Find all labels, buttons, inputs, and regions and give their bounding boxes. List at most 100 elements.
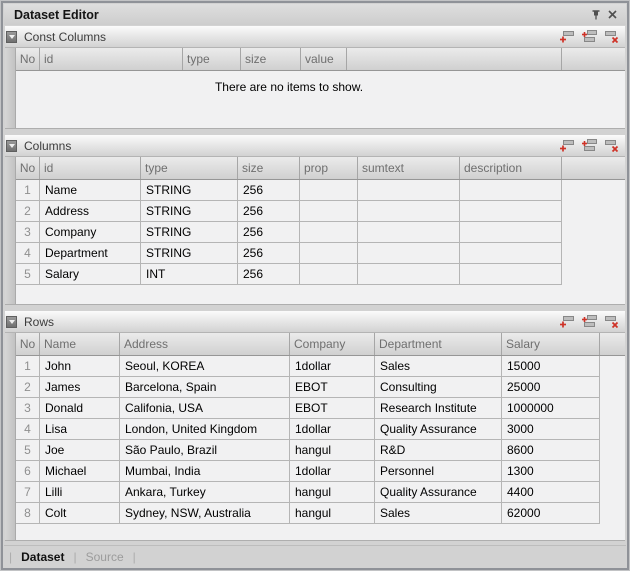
grid-cell[interactable]: 256 [238, 222, 300, 243]
grid-cell[interactable]: Personnel [375, 461, 502, 482]
grid-cell[interactable]: Joe [40, 440, 120, 461]
grid-cell[interactable]: São Paulo, Brazil [120, 440, 290, 461]
grid-cell[interactable] [300, 180, 358, 201]
insert-row-button[interactable] [581, 29, 598, 44]
grid-cell[interactable]: Colt [40, 503, 120, 524]
table-row[interactable]: 6MichaelMumbai, India1dollarPersonnel130… [16, 461, 625, 482]
grid-cell[interactable]: 1dollar [290, 419, 375, 440]
column-header-salary[interactable]: Salary [502, 333, 600, 355]
tab-dataset[interactable]: Dataset [19, 550, 66, 564]
table-row[interactable]: 8ColtSydney, NSW, AustraliahangulSales62… [16, 503, 625, 524]
add-row-button[interactable] [559, 29, 576, 44]
grid-cell[interactable]: London, United Kingdom [120, 419, 290, 440]
grid-cell[interactable]: hangul [290, 503, 375, 524]
grid-cell[interactable] [300, 201, 358, 222]
delete-row-button[interactable] [603, 138, 620, 153]
grid-cell[interactable]: 256 [238, 201, 300, 222]
delete-row-button[interactable] [603, 29, 620, 44]
grid-cell[interactable]: Company [40, 222, 141, 243]
grid-cell[interactable]: STRING [141, 180, 238, 201]
column-header-value[interactable]: value [301, 48, 347, 70]
add-row-button[interactable] [559, 138, 576, 153]
grid-cell[interactable]: Name [40, 180, 141, 201]
column-header-id[interactable]: id [40, 157, 141, 179]
collapse-section-button[interactable] [6, 31, 17, 43]
column-header-name[interactable]: Name [40, 333, 120, 355]
grid-cell[interactable]: Quality Assurance [375, 482, 502, 503]
grid-cell[interactable]: 3000 [502, 419, 600, 440]
table-row[interactable]: 3CompanySTRING256 [16, 222, 625, 243]
table-row[interactable]: 3DonaldCalifonia, USAEBOTResearch Instit… [16, 398, 625, 419]
add-row-button[interactable] [559, 314, 576, 329]
delete-row-button[interactable] [603, 314, 620, 329]
grid-cell[interactable] [460, 180, 562, 201]
table-row[interactable]: 1JohnSeoul, KOREA1dollarSales15000 [16, 356, 625, 377]
grid-cell[interactable]: 25000 [502, 377, 600, 398]
grid-cell[interactable]: Research Institute [375, 398, 502, 419]
grid-cell[interactable]: 1dollar [290, 461, 375, 482]
column-header-type[interactable]: type [141, 157, 238, 179]
grid-cell[interactable]: James [40, 377, 120, 398]
grid-cell[interactable] [358, 180, 460, 201]
grid-cell[interactable]: EBOT [290, 377, 375, 398]
grid-cell[interactable]: STRING [141, 222, 238, 243]
grid-cell[interactable]: 62000 [502, 503, 600, 524]
grid-cell[interactable]: Sales [375, 356, 502, 377]
grid-cell[interactable]: Sales [375, 503, 502, 524]
grid-cell[interactable]: Seoul, KOREA [120, 356, 290, 377]
grid-cell[interactable]: Lilli [40, 482, 120, 503]
grid-cell[interactable]: Lisa [40, 419, 120, 440]
collapse-section-button[interactable] [6, 316, 17, 328]
grid-cell[interactable]: hangul [290, 440, 375, 461]
column-header-address[interactable]: Address [120, 333, 290, 355]
grid-cell[interactable]: EBOT [290, 398, 375, 419]
column-header-description[interactable]: description [460, 157, 562, 179]
column-header-company[interactable]: Company [290, 333, 375, 355]
grid-cell[interactable] [358, 201, 460, 222]
grid-cell[interactable]: Quality Assurance [375, 419, 502, 440]
grid-cell[interactable]: 1dollar [290, 356, 375, 377]
table-row[interactable]: 4LisaLondon, United Kingdom1dollarQualit… [16, 419, 625, 440]
grid-cell[interactable] [300, 222, 358, 243]
grid-cell[interactable]: Mumbai, India [120, 461, 290, 482]
grid-cell[interactable]: Ankara, Turkey [120, 482, 290, 503]
column-header-size[interactable]: size [241, 48, 301, 70]
grid-cell[interactable] [460, 222, 562, 243]
grid-cell[interactable]: 15000 [502, 356, 600, 377]
column-header-no[interactable]: No [16, 333, 40, 355]
grid-cell[interactable]: John [40, 356, 120, 377]
grid-cell[interactable] [460, 243, 562, 264]
grid-cell[interactable]: Sydney, NSW, Australia [120, 503, 290, 524]
table-row[interactable]: 5SalaryINT256 [16, 264, 625, 285]
grid-cell[interactable]: R&D [375, 440, 502, 461]
grid-cell[interactable]: 4400 [502, 482, 600, 503]
grid-cell[interactable] [358, 264, 460, 285]
insert-row-button[interactable] [581, 314, 598, 329]
grid-cell[interactable]: 1300 [502, 461, 600, 482]
table-row[interactable]: 2AddressSTRING256 [16, 201, 625, 222]
pin-button[interactable] [588, 7, 604, 23]
grid-cell[interactable]: 256 [238, 264, 300, 285]
column-header-department[interactable]: Department [375, 333, 502, 355]
grid-cell[interactable] [358, 222, 460, 243]
grid-cell[interactable]: 8600 [502, 440, 600, 461]
grid-cell[interactable]: Department [40, 243, 141, 264]
grid-cell[interactable]: Address [40, 201, 141, 222]
grid-cell[interactable] [300, 264, 358, 285]
column-header-no[interactable]: No [16, 48, 40, 70]
column-header-size[interactable]: size [238, 157, 300, 179]
column-header-prop[interactable]: prop [300, 157, 358, 179]
collapse-section-button[interactable] [6, 140, 17, 152]
tab-source[interactable]: Source [84, 550, 126, 564]
grid-cell[interactable]: hangul [290, 482, 375, 503]
grid-cell[interactable]: Barcelona, Spain [120, 377, 290, 398]
column-header-id[interactable]: id [40, 48, 183, 70]
table-row[interactable]: 1NameSTRING256 [16, 180, 625, 201]
grid-cell[interactable]: Michael [40, 461, 120, 482]
grid-cell[interactable] [460, 264, 562, 285]
grid-cell[interactable]: 256 [238, 243, 300, 264]
grid-cell[interactable]: Donald [40, 398, 120, 419]
grid-cell[interactable]: STRING [141, 243, 238, 264]
grid-cell[interactable]: STRING [141, 201, 238, 222]
table-row[interactable]: 7LilliAnkara, TurkeyhangulQuality Assura… [16, 482, 625, 503]
